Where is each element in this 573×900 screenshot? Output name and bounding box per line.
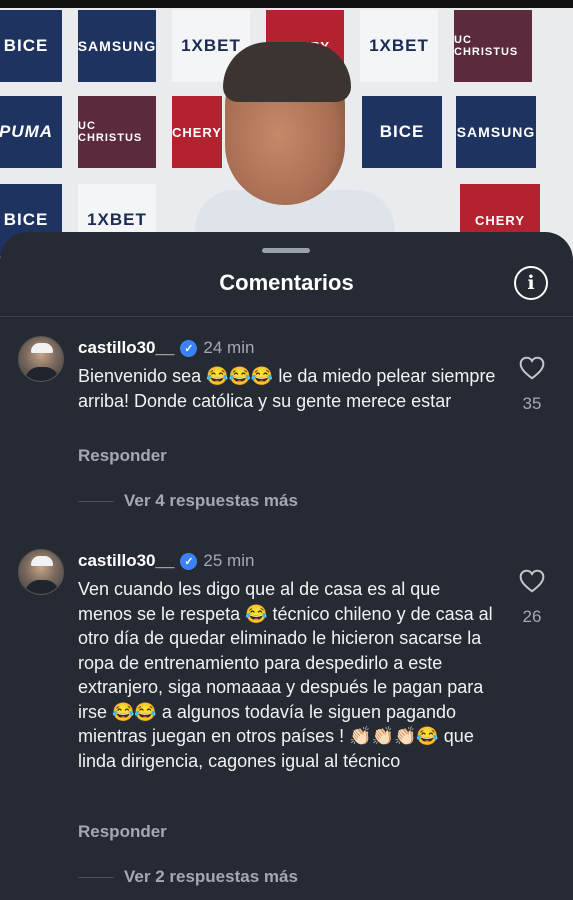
coach-figure <box>195 40 395 260</box>
like-button[interactable]: 26 <box>515 569 549 627</box>
username[interactable]: castillo30__ <box>78 551 174 571</box>
comments-sheet: Comentarios i castillo30__ ✓ 24 min Bien… <box>0 232 573 900</box>
sheet-grabber[interactable] <box>262 248 310 253</box>
sponsor-tile: SAMSUNG <box>78 10 156 82</box>
sheet-title: Comentarios <box>219 270 354 295</box>
sponsor-tile: UC CHRISTUS <box>454 10 532 82</box>
comment-text: Ven cuando les digo que al de casa es al… <box>78 579 493 771</box>
info-icon[interactable]: i <box>514 266 548 300</box>
comment-meta: castillo30__ ✓ 25 min <box>78 549 254 573</box>
divider <box>0 316 573 317</box>
view-replies-button[interactable]: Ver 4 respuestas más <box>78 491 298 511</box>
avatar[interactable] <box>18 336 64 382</box>
like-count: 26 <box>522 607 542 626</box>
timestamp: 24 min <box>203 338 255 357</box>
timestamp: 25 min <box>203 551 255 570</box>
comment-text: Bienvenido sea 😂😂😂 le da miedo pelear si… <box>78 366 496 411</box>
status-strip <box>0 0 573 8</box>
verified-badge-icon: ✓ <box>180 339 198 357</box>
view-replies-label: Ver 2 respuestas más <box>124 867 298 886</box>
avatar[interactable] <box>18 549 64 595</box>
heart-icon <box>519 569 545 593</box>
heart-icon <box>519 356 545 380</box>
sponsor-tile: UC CHRISTUS <box>78 96 156 168</box>
view-replies-button[interactable]: Ver 2 respuestas más <box>78 867 298 887</box>
like-count: 35 <box>522 394 542 413</box>
thread-line <box>78 500 114 502</box>
sponsor-tile: SAMSUNG <box>456 96 536 168</box>
reply-button[interactable]: Responder <box>78 446 167 466</box>
view-replies-label: Ver 4 respuestas más <box>124 491 298 510</box>
video-background: BICE SAMSUNG 1XBET CHERY 1XBET UC CHRIST… <box>0 0 573 260</box>
username[interactable]: castillo30__ <box>78 338 174 358</box>
sponsor-tile: PUMA <box>0 96 62 168</box>
verified-badge-icon: ✓ <box>180 552 198 570</box>
comment-meta: castillo30__ ✓ 24 min <box>78 336 254 360</box>
reply-button[interactable]: Responder <box>78 822 167 842</box>
like-button[interactable]: 35 <box>515 356 549 414</box>
sponsor-tile: BICE <box>0 10 62 82</box>
thread-line <box>78 876 114 878</box>
